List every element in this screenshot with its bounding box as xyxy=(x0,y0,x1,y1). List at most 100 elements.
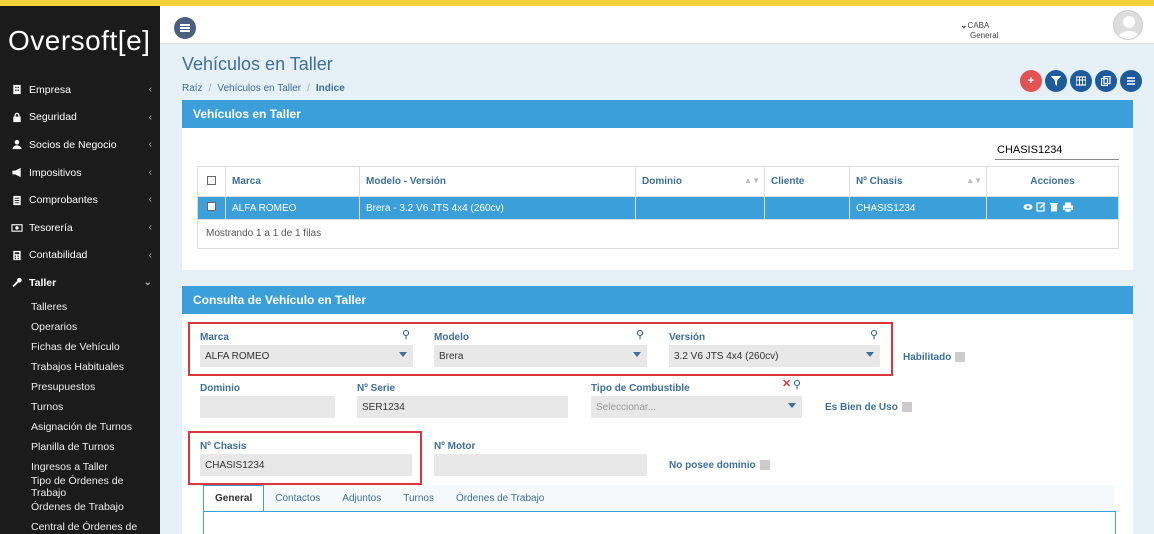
sidebar-subitem-fichas[interactable]: Fichas de Vehículo xyxy=(0,337,160,357)
sidebar-subitem-trabajos[interactable]: Trabajos Habituales xyxy=(0,357,160,377)
chevron-down-icon: ⌄ xyxy=(960,20,968,30)
column-header-marca[interactable]: Marca xyxy=(225,166,360,197)
sidebar-subitem-presupuestos[interactable]: Presupuestos xyxy=(0,377,160,397)
serie-input[interactable]: SER1234 xyxy=(357,396,568,418)
column-header-chasis[interactable]: Nº Chasis ▲▼ xyxy=(849,166,987,197)
no-dominio-field: No posee dominio xyxy=(669,460,770,471)
add-button[interactable]: + xyxy=(1020,70,1042,92)
copy-button[interactable] xyxy=(1095,70,1117,92)
cell-cliente xyxy=(764,196,850,220)
select-all-header xyxy=(197,166,226,197)
app-logo: Oversoft[e] xyxy=(8,25,151,56)
cell-modelo: Brera - 3.2 V6 JTS 4x4 (260cv) xyxy=(359,196,636,220)
trash-icon[interactable] xyxy=(1049,202,1058,212)
no-dominio-checkbox[interactable] xyxy=(759,460,770,471)
habilitado-field: Habilitado xyxy=(903,352,966,363)
content-area: Vehículos en Taller Raíz / Vehículos en Ta… xyxy=(160,44,1154,534)
breadcrumb-item[interactable]: Raíz xyxy=(182,83,203,94)
sort-icon: ▲▼ xyxy=(744,176,760,185)
sidebar-subitem-ordenes[interactable]: Órdenes de Trabajo xyxy=(0,497,160,517)
location-sub: General xyxy=(970,31,999,40)
bien-uso-label: Es Bien de Uso xyxy=(825,402,898,413)
row-checkbox[interactable] xyxy=(207,202,216,211)
table-icon xyxy=(1076,76,1086,86)
search-icon[interactable]: ⚲ xyxy=(793,378,801,391)
user-avatar[interactable] xyxy=(1113,10,1143,40)
select-all-checkbox[interactable] xyxy=(207,175,216,185)
breadcrumb-item[interactable]: Vehículos en Taller xyxy=(217,83,301,94)
search-icon[interactable]: ⚲ xyxy=(636,328,644,341)
column-header-dominio[interactable]: Dominio ▲▼ xyxy=(635,166,765,197)
sidebar-item-socios[interactable]: Socios de Negocio ‹ xyxy=(0,131,160,159)
sidebar-item-label: Impositivos xyxy=(29,166,82,179)
tab-turnos[interactable]: Turnos xyxy=(392,485,445,511)
sidebar-subitem-turnos[interactable]: Turnos xyxy=(0,397,160,417)
no-dominio-label: No posee dominio xyxy=(669,460,756,471)
column-header-acciones: Acciones xyxy=(986,166,1119,197)
bullhorn-icon xyxy=(12,167,21,178)
vehicles-table: Marca Modelo - Versión Dominio ▲▼ Cliente… xyxy=(197,166,1119,220)
sidebar-item-label: Contabilidad xyxy=(29,249,88,262)
sidebar-item-seguridad[interactable]: Seguridad ‹ xyxy=(0,104,160,132)
clear-x-icon[interactable]: ✕ xyxy=(782,377,791,390)
filter-button[interactable] xyxy=(1045,70,1067,92)
table-row[interactable]: ALFA ROMEO Brera - 3.2 V6 JTS 4x4 (260cv… xyxy=(197,196,1119,220)
bien-uso-checkbox[interactable] xyxy=(901,402,912,413)
sort-icon: ▲▼ xyxy=(966,176,982,185)
tab-adjuntos[interactable]: Adjuntos xyxy=(331,485,392,511)
table-footer: Mostrando 1 a 1 de 1 filas xyxy=(197,219,1119,249)
table-header-row: Marca Modelo - Versión Dominio ▲▼ Cliente… xyxy=(197,166,1119,197)
sidebar-item-taller[interactable]: Taller ⌄ xyxy=(0,269,160,297)
sidebar-subitem-talleres[interactable]: Talleres xyxy=(0,297,160,317)
sidebar-subitem-planilla[interactable]: Planilla de Turnos xyxy=(0,437,160,457)
sidebar-subitem-operarios[interactable]: Operarios xyxy=(0,317,160,337)
modelo-select[interactable]: Brera xyxy=(434,345,647,367)
search-input[interactable] xyxy=(995,140,1119,160)
dominio-input[interactable] xyxy=(200,396,335,418)
marca-label: Marca xyxy=(200,332,229,343)
version-label: Versión xyxy=(669,332,706,343)
columns-button[interactable] xyxy=(1070,70,1092,92)
habilitado-label: Habilitado xyxy=(903,352,952,363)
search-icon[interactable]: ⚲ xyxy=(402,328,410,341)
column-header-cliente[interactable]: Cliente xyxy=(764,166,850,197)
location-selector[interactable]: ⌄CABA General xyxy=(960,20,998,41)
document-icon xyxy=(13,195,21,205)
column-header-label: Dominio xyxy=(642,176,682,187)
sidebar-item-tesoreria[interactable]: Tesorería ‹ xyxy=(0,214,160,242)
motor-input[interactable] xyxy=(434,454,647,476)
sidebar-item-empresa[interactable]: Empresa ‹ xyxy=(0,76,160,104)
print-icon[interactable] xyxy=(1062,202,1073,212)
sidebar-subitem-tipo-ordenes[interactable]: Tipo de Órdenes de Trabajo xyxy=(0,475,160,499)
version-select[interactable]: 3.2 V6 JTS 4x4 (260cv) xyxy=(669,345,880,367)
plus-icon: + xyxy=(1027,75,1035,87)
list-menu-button[interactable] xyxy=(1120,70,1142,92)
sidebar-item-label: Comprobantes xyxy=(29,194,98,207)
modelo-value: Brera xyxy=(439,350,464,362)
search-icon[interactable]: ⚲ xyxy=(870,328,878,341)
sidebar-item-comprobantes[interactable]: Comprobantes ‹ xyxy=(0,186,160,214)
view-eye-icon[interactable] xyxy=(1023,203,1032,210)
chevron-left-icon: ‹ xyxy=(148,249,152,261)
sidebar-item-contabilidad[interactable]: Contabilidad ‹ xyxy=(0,242,160,270)
sidebar: Oversoft[e] Empresa ‹ Seguridad ‹ Socios… xyxy=(0,6,160,534)
chevron-left-icon: ‹ xyxy=(148,84,152,95)
caret-down-icon xyxy=(788,403,796,408)
sidebar-item-impositivos[interactable]: Impositivos ‹ xyxy=(0,159,160,187)
chasis-input[interactable]: CHASIS1234 xyxy=(200,454,412,476)
breadcrumb: Raíz / Vehículos en Taller / Indice xyxy=(182,83,345,94)
tab-contactos[interactable]: Contactos xyxy=(264,485,331,511)
combustible-select[interactable]: Seleccionar... xyxy=(591,396,802,418)
sidebar-item-label: Socios de Negocio xyxy=(29,138,117,151)
habilitado-checkbox[interactable] xyxy=(955,352,966,363)
sidebar-subitem-ingresos[interactable]: Ingresos a Taller xyxy=(0,457,160,477)
combustible-label: Tipo de Combustible xyxy=(591,383,690,394)
marca-select[interactable]: ALFA ROMEO xyxy=(200,345,413,367)
sidebar-subitem-asignacion[interactable]: Asignación de Turnos xyxy=(0,417,160,437)
tab-ordenes-trabajo[interactable]: Órdenes de Trabajo xyxy=(445,485,555,511)
column-header-modelo[interactable]: Modelo - Versión xyxy=(359,166,636,197)
sidebar-subitem-central[interactable]: Central de Órdenes de xyxy=(0,517,160,534)
tab-general[interactable]: General xyxy=(203,485,265,511)
edit-icon[interactable] xyxy=(1035,201,1045,212)
menu-toggle-button[interactable] xyxy=(174,17,196,39)
